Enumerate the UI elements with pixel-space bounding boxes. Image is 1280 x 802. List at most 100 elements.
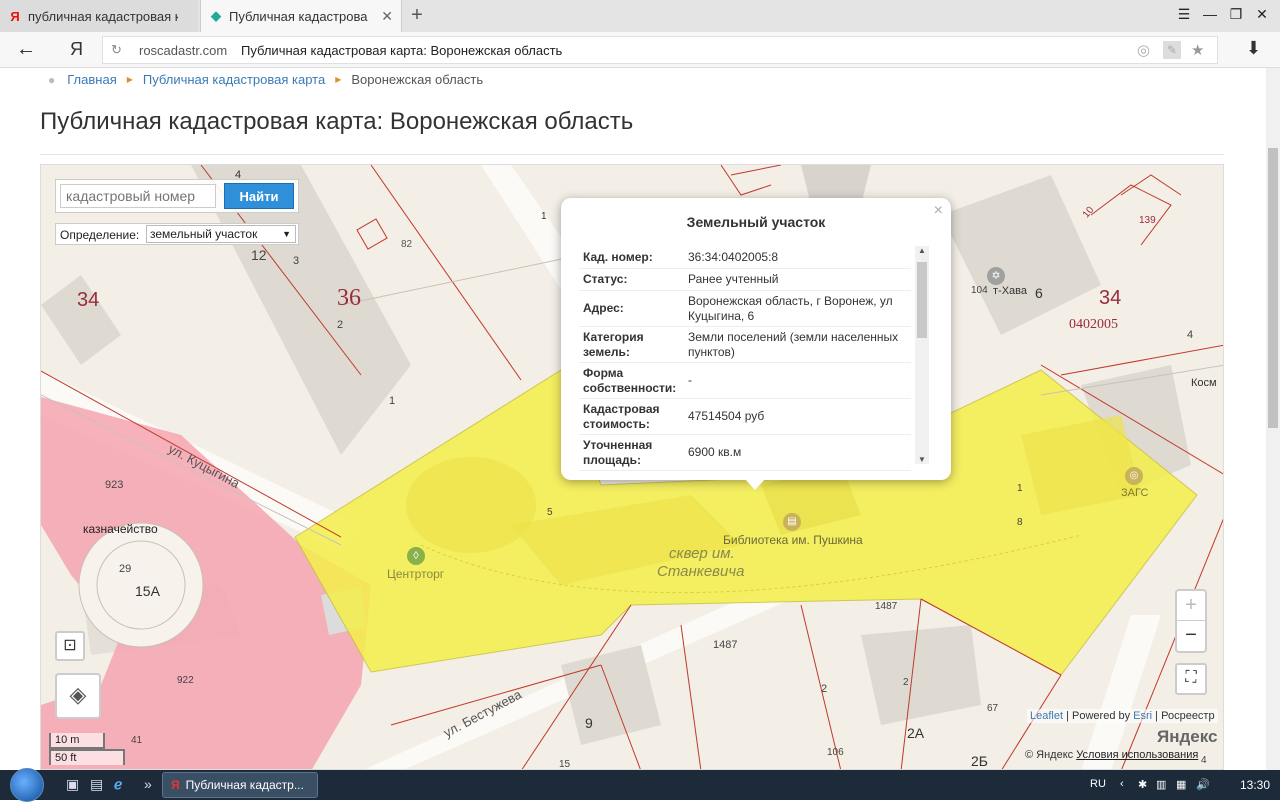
battery-icon[interactable]: ▦ <box>1176 778 1186 791</box>
field-label: Кад. номер: <box>579 246 684 269</box>
map-label: 8 <box>1017 517 1023 528</box>
tray-expand-icon[interactable]: ‹ <box>1120 778 1124 790</box>
esri-link[interactable]: Esri <box>1133 710 1152 722</box>
table-row: Категория земель: Земли поселений (земли … <box>579 326 911 363</box>
field-label: Статус: <box>579 268 684 291</box>
definition-value: земельный участок <box>150 227 258 241</box>
table-row: Статус: Ранее учтенный <box>579 268 911 291</box>
field-value: Воронежская область, г Воронеж, ул Куцыг… <box>684 290 911 327</box>
dropdown-arrow-icon: ▼ <box>282 229 291 239</box>
show-desktop-icon[interactable]: ▣ <box>66 776 79 793</box>
clock[interactable]: 13:30 <box>1240 778 1270 792</box>
registry-icon: ◎ <box>1125 467 1143 485</box>
popup-scrollbar[interactable]: ▲ ▼ <box>915 246 929 464</box>
definition-select[interactable]: земельный участок ▼ <box>146 225 296 243</box>
tab-yandex-search[interactable]: Я публичная кадастровая карт <box>0 0 198 32</box>
breadcrumb-cadastral-map[interactable]: Публичная кадастровая карта <box>143 72 325 87</box>
close-window-button[interactable]: ✕ <box>1250 6 1274 23</box>
field-label: Уточненная площадь: <box>579 434 684 471</box>
map-label: 9 <box>585 715 593 731</box>
page: ● Главная ▶ Публичная кадастровая карта … <box>0 68 1266 770</box>
zoom-in-button[interactable]: + <box>1177 591 1205 621</box>
map-label: 1487 <box>713 639 738 651</box>
map-label: 2Б <box>971 753 988 769</box>
zoom-out-button[interactable]: − <box>1177 621 1205 651</box>
menu-icon[interactable]: ☰ <box>1172 6 1196 23</box>
cadastral-map[interactable]: 4 1 82 12 3 34 36 2 1 ул. Куцыгина 923 к… <box>40 164 1224 770</box>
cadastral-number-input[interactable] <box>60 184 216 208</box>
volume-icon[interactable]: 🔊 <box>1196 778 1210 791</box>
breadcrumb-current: Воронежская область <box>351 72 484 87</box>
page-title: Публичная кадастровая карта: Воронежская… <box>40 108 634 135</box>
new-tab-button[interactable]: + <box>406 4 428 27</box>
definition-panel: Определение: земельный участок ▼ <box>55 223 299 245</box>
map-label: Центрторг <box>387 567 445 581</box>
bluetooth-icon[interactable]: ✱ <box>1138 778 1147 791</box>
network-icon[interactable]: ▥ <box>1156 778 1166 791</box>
table-row: Адрес: Воронежская область, г Воронеж, ул… <box>579 290 911 327</box>
explorer-icon[interactable]: ▤ <box>90 776 103 793</box>
find-button[interactable]: Найти <box>224 183 294 209</box>
map-label: 2 <box>903 677 909 688</box>
popup-pointer <box>744 478 766 490</box>
tab-roscadastr[interactable]: ◆ Публичная кадастрова ✕ <box>200 0 402 32</box>
scroll-up-icon[interactable]: ▲ <box>918 246 926 255</box>
map-label: 1487 <box>875 601 898 612</box>
location-pin-icon: ● <box>48 72 56 87</box>
close-tab-icon[interactable]: ✕ <box>381 8 393 25</box>
map-label: Косм <box>1191 377 1217 389</box>
minimize-button[interactable]: — <box>1198 6 1222 22</box>
scroll-down-icon[interactable]: ▼ <box>918 455 926 464</box>
field-label: Адрес: <box>579 290 684 327</box>
url-page-title: Публичная кадастровая карта: Воронежская… <box>241 43 563 58</box>
more-icon[interactable]: » <box>144 776 152 792</box>
breadcrumb-home[interactable]: Главная <box>67 72 116 87</box>
road-east <box>1081 615 1161 769</box>
map-label: казначейство <box>83 522 158 536</box>
layers-icon[interactable]: ◈ <box>55 673 101 719</box>
parcel-info-table: Кад. номер: 36:34:0402005:8 Статус: Ранее … <box>579 246 911 471</box>
map-label: 2 <box>821 683 828 695</box>
reload-icon[interactable]: ↻ <box>111 42 122 58</box>
cadastral-search-panel: Найти <box>55 179 299 213</box>
map-label: 2А <box>907 725 925 741</box>
divider <box>40 154 1224 155</box>
fullscreen-icon[interactable]: ⛶ <box>1175 663 1207 695</box>
field-value: 6900 кв.м <box>684 434 911 471</box>
map-label: 15А <box>135 583 160 599</box>
extension-icon[interactable]: ✎ <box>1163 41 1181 59</box>
maximize-button[interactable]: ❐ <box>1224 6 1248 23</box>
field-label: Форма собственности: <box>579 362 684 399</box>
scroll-thumb[interactable] <box>917 262 927 338</box>
yandex-terms: © Яндекс Условия использования <box>1025 749 1198 761</box>
yandex-button[interactable]: Я <box>70 39 83 60</box>
ie-icon[interactable]: ℯ <box>114 776 122 793</box>
ruler-icon[interactable]: ⊡ <box>55 631 85 661</box>
terms-link[interactable]: Условия использования <box>1076 749 1198 761</box>
popup-title: Земельный участок <box>686 214 826 230</box>
field-value: - <box>684 362 911 399</box>
library-icon: ▤ <box>783 513 801 531</box>
scroll-thumb[interactable] <box>1268 148 1278 428</box>
yandex-icon: Я <box>10 8 20 24</box>
map-label: 34 <box>77 289 100 311</box>
map-label: 15 <box>559 759 571 770</box>
back-button[interactable]: ← <box>16 38 36 61</box>
yandex-icon: Я <box>171 778 180 792</box>
leaflet-link[interactable]: Leaflet <box>1030 710 1063 722</box>
taskbar-browser-item[interactable]: Я Публичная кадастр... <box>162 772 318 798</box>
bookmark-star-icon[interactable]: ★ <box>1191 41 1204 59</box>
language-indicator[interactable]: RU <box>1090 778 1106 790</box>
religion-icon: ✡ <box>987 267 1005 285</box>
download-icon[interactable]: ⬇ <box>1246 38 1261 59</box>
map-attribution: Leaflet | Powered by Esri | Росреестр <box>1027 709 1218 723</box>
protect-icon[interactable]: ◎ <box>1137 41 1150 59</box>
address-bar[interactable]: ↻ roscadastr.com Публичная кадастровая к… <box>102 36 1218 64</box>
tab-title: Публичная кадастрова <box>229 8 368 24</box>
start-button[interactable] <box>10 768 44 802</box>
map-label: 67 <box>987 703 999 714</box>
copyright-text: © Яндекс <box>1025 749 1074 761</box>
map-label: 41 <box>131 735 143 746</box>
park-label: Станкевича <box>657 563 745 580</box>
page-scrollbar[interactable] <box>1266 68 1280 770</box>
